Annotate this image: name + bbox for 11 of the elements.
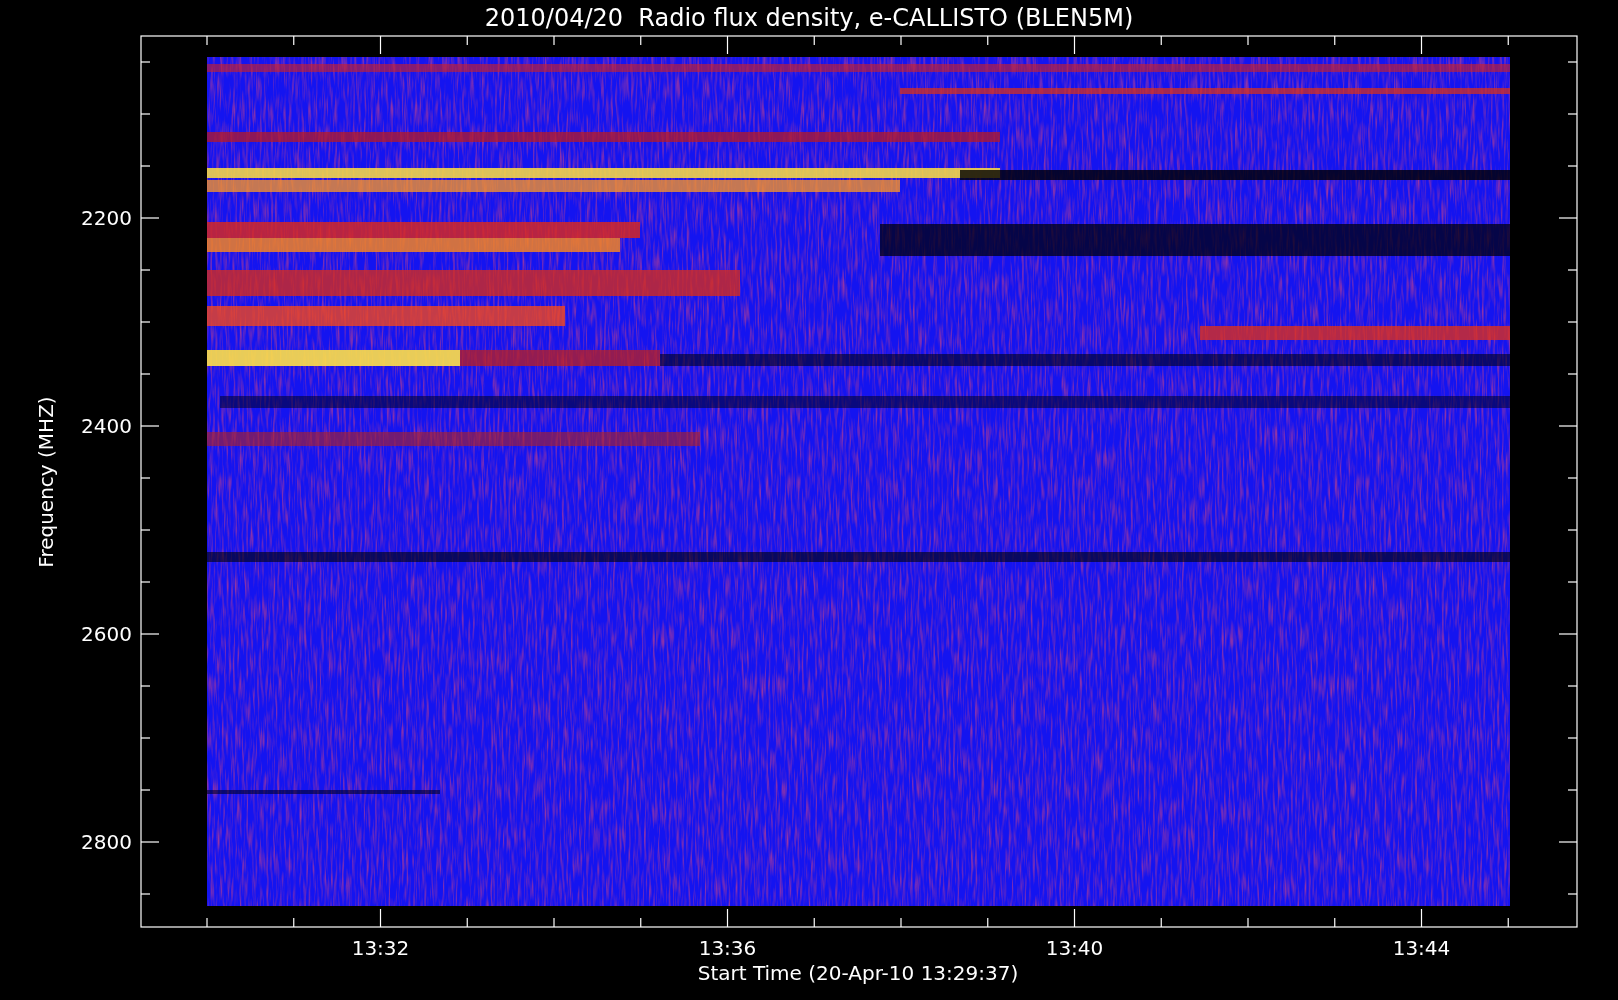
y-tick-label: 2200 [81,206,132,230]
chart-title: 2010/04/20 Radio flux density, e-CALLISTO (BLEN5M) [484,4,1134,32]
y-tick-label: 2400 [81,414,132,438]
y-axis-label: Frequency (MHZ) [34,396,58,568]
x-tick-label: 13:36 [698,936,757,960]
x-tick-label: 13:40 [1045,936,1104,960]
y-tick-label: 2800 [81,830,132,854]
x-tick-label: 13:32 [351,936,410,960]
x-axis-label: Start Time (20-Apr-10 13:29:37) [697,961,1019,985]
y-tick-label: 2600 [81,622,132,646]
x-tick-label: 13:44 [1392,936,1451,960]
